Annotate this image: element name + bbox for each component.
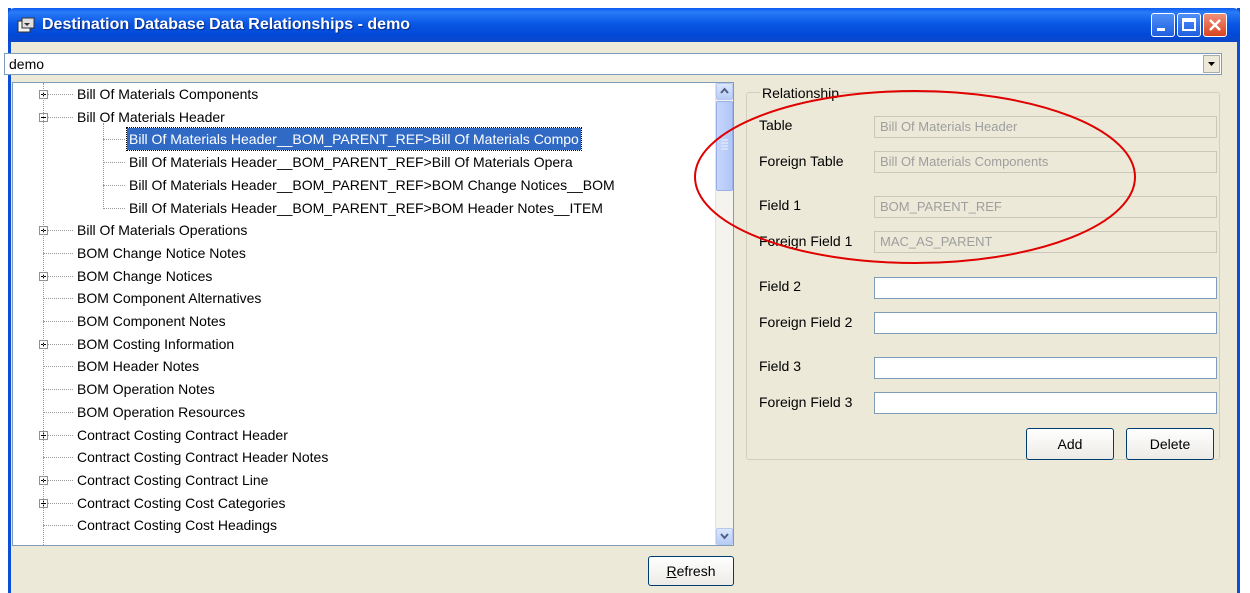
close-icon [1209,19,1221,31]
tree-item[interactable]: Contract Costing Contract Header Notes [75,446,330,468]
tree-item[interactable]: BOM Change Notices [75,265,214,287]
tree-item-label: BOM Component Alternatives [77,290,262,307]
tree-connector [43,525,73,527]
tree-item[interactable]: BOM Operation Notes [75,378,217,400]
tree-connector [43,389,73,391]
tree-child-item[interactable]: Bill Of Materials Header__BOM_PARENT_REF… [127,151,575,173]
scroll-down-button[interactable] [716,528,733,545]
tree-connector [43,252,73,254]
tree-item[interactable]: Bill Of Materials Header [75,106,227,128]
tree-item-label: Contract Costing Contract Header Notes [77,449,329,466]
field-3-label: Field 3 [759,358,802,374]
table-tree[interactable]: Bill Of Materials Components Bill Of Mate… [12,82,734,546]
maximize-icon [1182,18,1196,31]
tree-connector [43,457,73,459]
tree-item[interactable]: Bill Of Materials Components [75,83,260,105]
tree-connector [103,184,125,186]
foreign-field-2-field[interactable] [874,312,1217,334]
title-bar[interactable]: Destination Database Data Relationships … [8,8,1240,42]
add-button[interactable]: Add [1026,428,1114,460]
foreign-field-1-label: Foreign Field 1 [759,233,853,249]
tree-item-label: Bill Of Materials Header__BOM_PARENT_REF… [129,154,573,171]
maximize-button[interactable] [1177,13,1201,37]
tree-item-label: BOM Operation Resources [77,403,246,420]
tree-item[interactable]: BOM Operation Resources [75,401,247,423]
foreign-table-field: Bill Of Materials Components [874,151,1217,173]
foreign-field-3-label: Foreign Field 3 [759,394,853,410]
tree-item-label: BOM Header Notes [77,358,200,375]
tree-child-item[interactable]: Bill Of Materials Header__BOM_PARENT_REF… [127,174,617,196]
scroll-up-button[interactable] [716,83,733,100]
tree-item[interactable]: BOM Costing Information [75,333,236,355]
foreign-table-label: Foreign Table [759,153,844,169]
field-1-label: Field 1 [759,197,802,213]
field-2-field[interactable] [874,277,1217,299]
tree-item-label: Contract Costing Cost Headings [77,517,277,534]
tree-item-label: Bill Of Materials Header__BOM_PARENT_REF… [126,127,582,152]
tree-item-label: Contract Costing Contract Header [77,426,288,443]
tree-item[interactable]: BOM Component Notes [75,310,228,332]
window-title: Destination Database Data Relationships … [42,16,411,33]
tree-item-label: Bill Of Materials Header__BOM_PARENT_REF… [129,176,615,193]
refresh-button[interactable]: Refresh [648,556,734,586]
scroll-thumb[interactable] [716,101,733,191]
tree-child-connector [103,122,104,208]
tree-item-label: BOM Costing Information [77,335,235,352]
tree-item-label: Contract Costing Cost Categories [77,494,286,511]
tree-item[interactable]: BOM Header Notes [75,355,201,377]
foreign-field-1-field: MAC_AS_PARENT [874,231,1217,253]
tree-item-label: Bill Of Materials Header [77,108,225,125]
refresh-accelerator: R [666,563,677,579]
tree-vertical-connector [43,83,44,545]
minimize-button[interactable] [1151,13,1175,37]
tree-connector [103,139,125,141]
tree-connector [43,321,73,322]
dropdown-arrow-icon[interactable] [1203,55,1220,73]
field-2-label: Field 2 [759,278,802,294]
tree-item[interactable]: Contract Costing Contract Header [75,424,290,446]
database-select[interactable]: demo [4,53,1222,75]
tree-child-item[interactable]: Bill Of Materials Header__BOM_PARENT_REF… [126,127,582,152]
tree-item-label: BOM Change Notice Notes [77,244,246,261]
tree-item-label: Contract Costing Contract Line [77,471,269,488]
tree-item-label: BOM Component Notes [77,313,226,329]
tree-item[interactable]: BOM Component Alternatives [75,287,263,309]
foreign-field-3-field[interactable] [874,392,1217,414]
foreign-field-2-label: Foreign Field 2 [759,314,853,330]
tree-item[interactable]: Bill Of Materials Operations [75,219,249,241]
table-label: Table [759,117,793,133]
close-button[interactable] [1203,13,1227,37]
tree-item[interactable]: Contract Costing Cost Headings [75,514,279,536]
relationship-group-title: Relationship [760,85,842,101]
tree-item-label: BOM Change Notices [77,267,213,284]
field-1-field: BOM_PARENT_REF [874,196,1217,218]
tree-connector [43,298,73,300]
tree-scrollbar[interactable] [715,83,733,545]
delete-button[interactable]: Delete [1126,428,1214,460]
database-select-value: demo [9,56,45,72]
tree-item-label: Bill Of Materials Components [77,86,259,102]
tree-connector [43,411,73,413]
tree-item[interactable]: BOM Change Notice Notes [75,242,248,264]
tree-connector [43,366,73,368]
tree-item-label: Bill Of Materials Operations [77,222,248,239]
minimize-icon [1157,28,1165,31]
refresh-label-post: efresh [676,563,716,579]
scroll-up-icon [720,87,729,94]
tree-connector [103,162,125,164]
field-3-field[interactable] [874,357,1217,379]
app-icon [16,16,36,34]
tree-item[interactable]: Contract Costing Cost Categories [75,492,288,514]
table-field: Bill Of Materials Header [874,116,1217,138]
tree-connector [103,207,125,209]
tree-item-label: BOM Operation Notes [77,381,215,398]
scroll-down-icon [720,533,729,540]
tree-item[interactable]: Contract Costing Contract Line [75,469,270,491]
tree-item-label: Bill Of Materials Header__BOM_PARENT_REF… [129,199,603,216]
tree-child-item[interactable]: Bill Of Materials Header__BOM_PARENT_REF… [127,197,605,219]
